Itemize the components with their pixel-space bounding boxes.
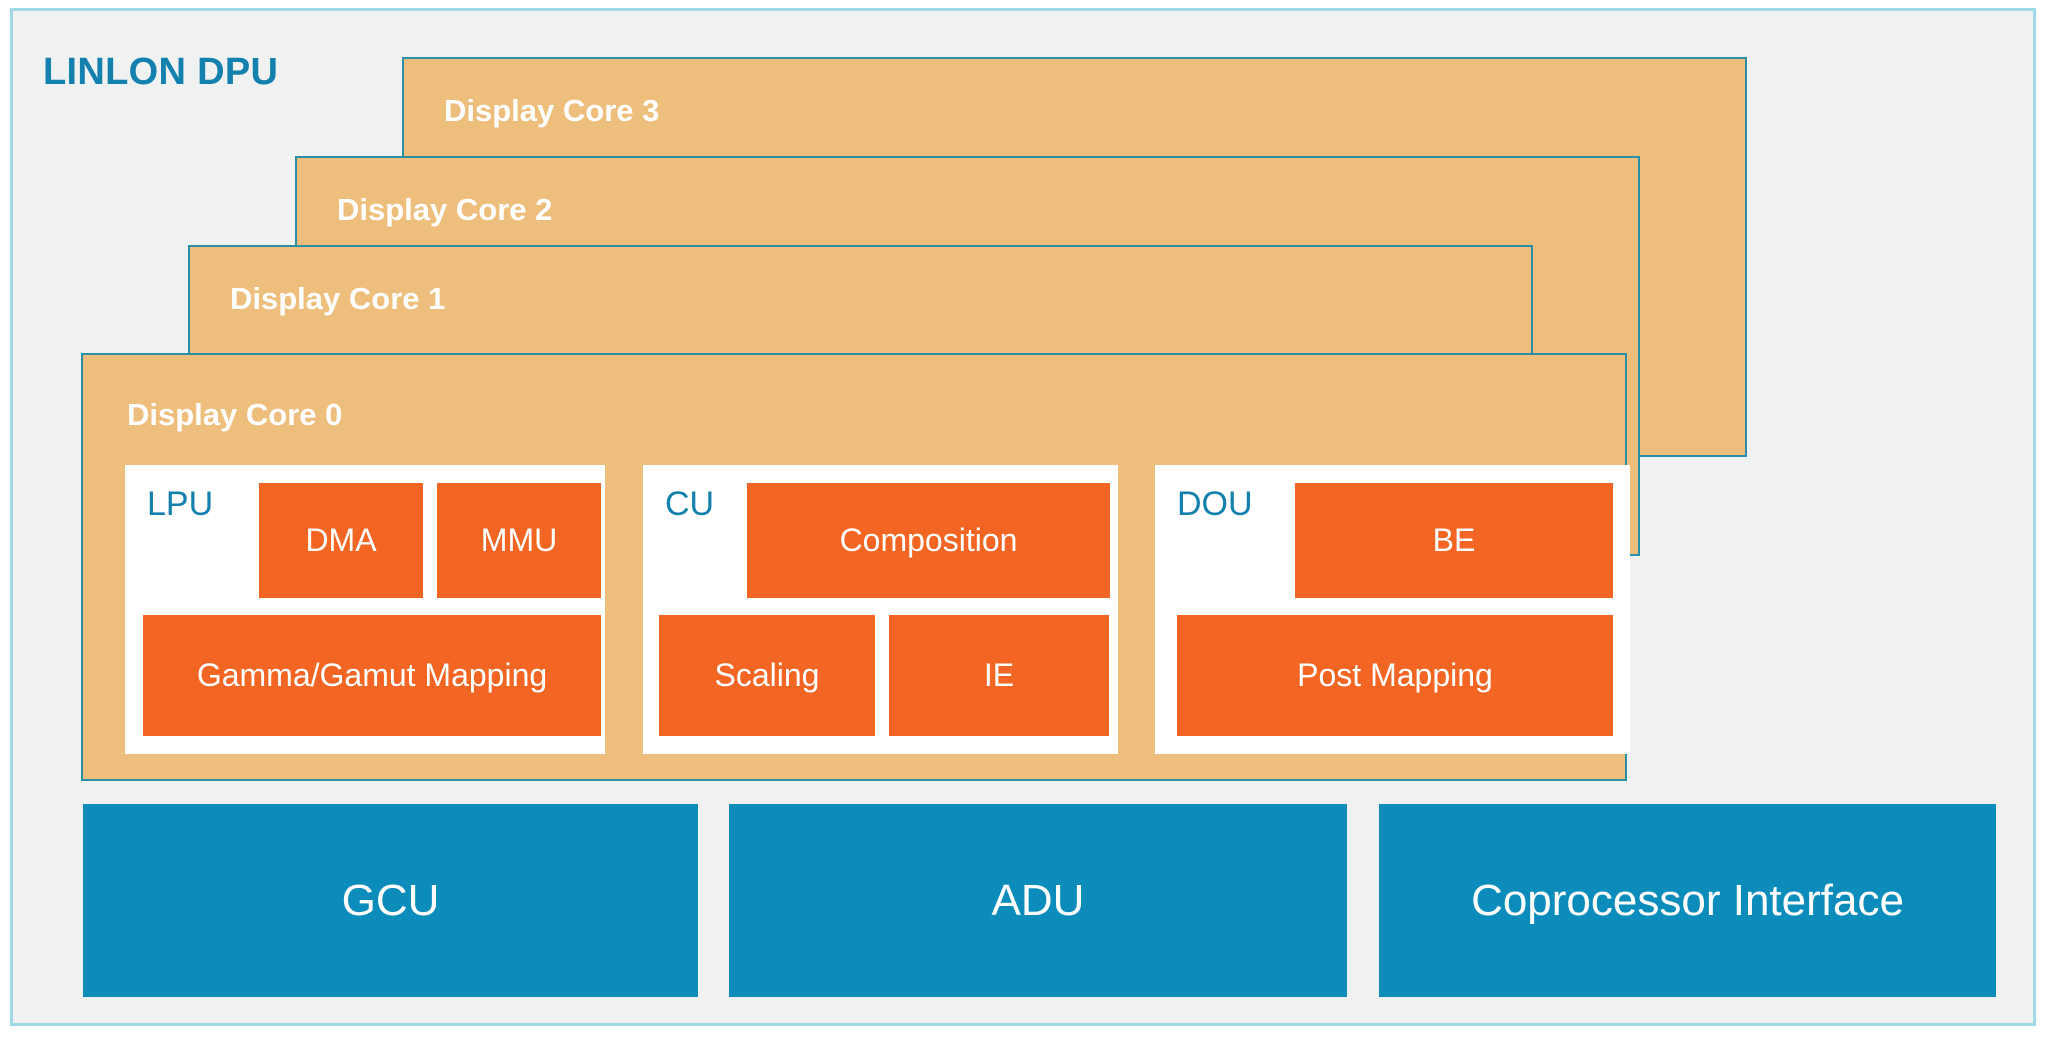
dpu-container: LINLON DPU Display Core 3 Display Core 2…: [10, 8, 2036, 1026]
gamma-gamut-mapping-block[interactable]: Gamma/Gamut Mapping: [143, 615, 601, 736]
display-core-0-card[interactable]: Display Core 0 LPU DMA MMU Gamma/Gamut M…: [81, 353, 1630, 781]
gcu-bar[interactable]: GCU: [83, 804, 698, 997]
display-core-2-label: Display Core 2: [337, 192, 553, 227]
mmu-block[interactable]: MMU: [437, 483, 601, 598]
lpu-unit-panel[interactable]: LPU DMA MMU Gamma/Gamut Mapping: [125, 465, 605, 754]
lpu-unit-label: LPU: [147, 485, 214, 523]
ie-block[interactable]: IE: [889, 615, 1109, 736]
dma-block[interactable]: DMA: [259, 483, 423, 598]
dou-unit-panel[interactable]: DOU BE Post Mapping: [1155, 465, 1630, 754]
dou-unit-label: DOU: [1177, 485, 1253, 523]
scaling-block[interactable]: Scaling: [659, 615, 875, 736]
coprocessor-interface-bar[interactable]: Coprocessor Interface: [1379, 804, 1996, 997]
display-core-0-label: Display Core 0: [127, 397, 343, 432]
adu-bar[interactable]: ADU: [729, 804, 1347, 997]
cu-unit-label: CU: [665, 485, 715, 523]
display-core-3-label: Display Core 3: [444, 93, 660, 128]
composition-block[interactable]: Composition: [747, 483, 1110, 598]
page-title: LINLON DPU: [43, 51, 279, 93]
display-core-1-label: Display Core 1: [230, 281, 446, 316]
cu-unit-panel[interactable]: CU Composition Scaling IE: [643, 465, 1118, 754]
post-mapping-block[interactable]: Post Mapping: [1177, 615, 1613, 736]
be-block[interactable]: BE: [1295, 483, 1613, 598]
